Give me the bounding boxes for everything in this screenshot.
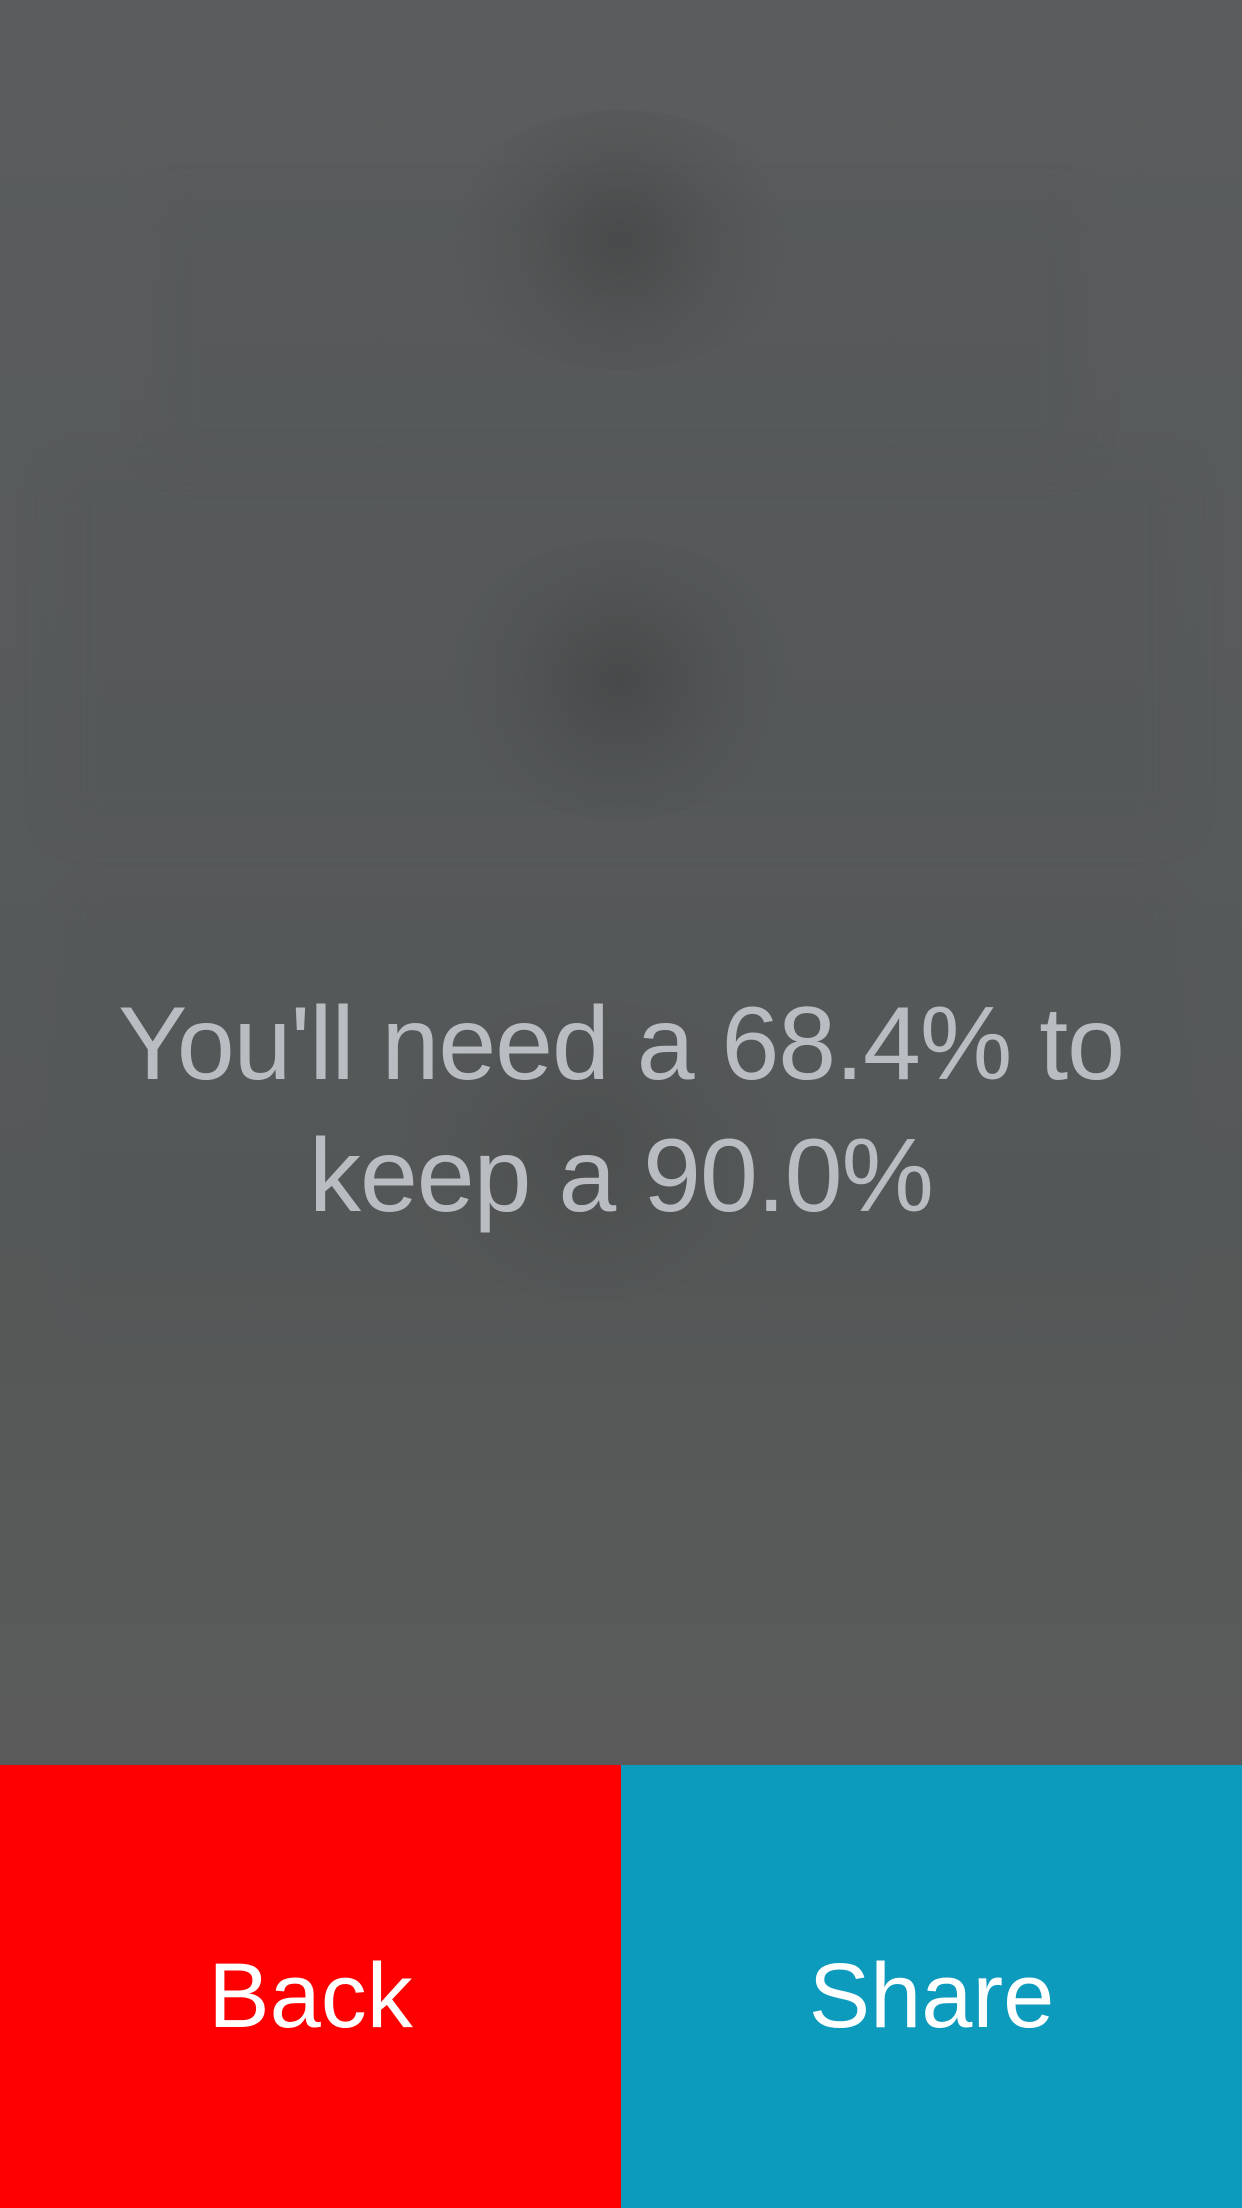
action-bar: Back Share [0,1765,1242,2208]
result-message: You'll need a 68.4% to keep a 90.0% [118,986,1125,1234]
share-button-label: Share [808,1945,1055,2047]
share-button[interactable]: Share [621,1765,1242,2208]
result-screen: You'll need a 68.4% to keep a 90.0% Back… [0,0,1242,2208]
blurred-background-shape [440,110,800,370]
back-button[interactable]: Back [0,1765,621,2208]
blurred-background-shape [440,540,800,820]
back-button-label: Back [208,1945,413,2047]
